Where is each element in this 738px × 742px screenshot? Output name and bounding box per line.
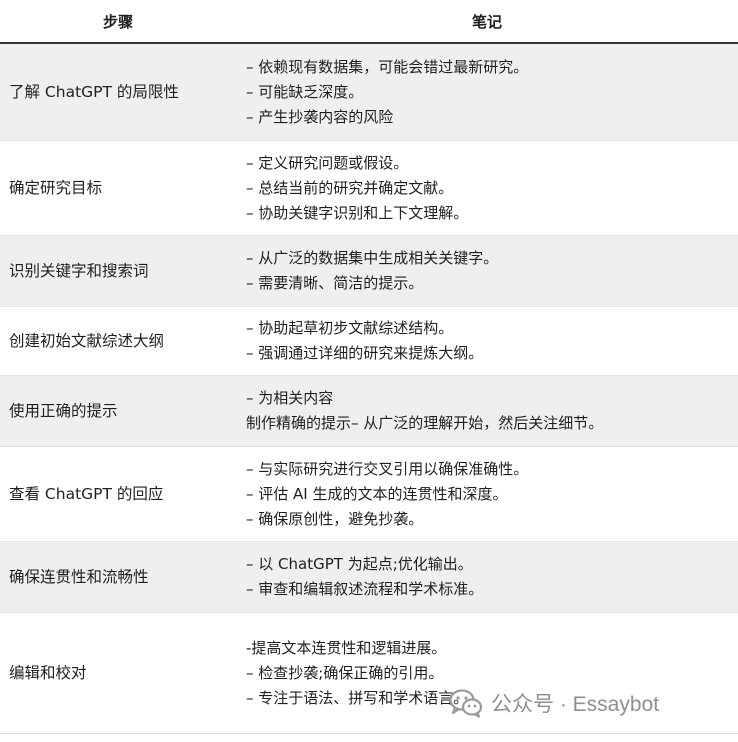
note-line: – 产生抄袭内容的风险 xyxy=(246,107,394,126)
note-line: – 总结当前的研究并确定文献。 xyxy=(246,178,454,197)
note-line: – 依赖现有数据集，可能会错过最新研究。 xyxy=(246,57,529,76)
table-row: 识别关键字和搜索词 – 从广泛的数据集中生成相关关键字。 – 需要清晰、简洁的提… xyxy=(0,236,738,307)
table-header: 步骤 笔记 xyxy=(0,0,738,44)
header-step: 步骤 xyxy=(102,12,133,31)
note-line: – 以 ChatGPT 为起点;优化输出。 xyxy=(246,555,473,573)
note-line: – 定义研究问题或假设。 xyxy=(246,153,409,172)
note-line: – 审查和编辑叙述流程和学术标准。 xyxy=(246,580,484,598)
step-cell: 识别关键字和搜索词 xyxy=(9,262,149,280)
note-line: -提高文本连贯性和逻辑进展。 xyxy=(246,638,447,657)
table-row: 查看 ChatGPT 的回应 – 与实际研究进行交叉引用以确保准确性。 – 评估… xyxy=(0,447,738,542)
notes-cell: – 协助起草初步文献综述结构。 – 强调通过详细的研究来提炼大纲。 xyxy=(236,316,738,366)
note-line: – 为相关内容 xyxy=(246,389,334,407)
notes-cell: – 与实际研究进行交叉引用以确保准确性。 – 评估 AI 生成的文本的连贯性和深… xyxy=(236,457,738,532)
note-line: – 强调通过详细的研究来提炼大纲。 xyxy=(246,344,484,362)
watermark: 公众号 · Essaybot xyxy=(449,688,659,718)
note-line: – 从广泛的数据集中生成相关关键字。 xyxy=(246,249,499,267)
watermark-text: 公众号 · Essaybot xyxy=(491,693,660,716)
note-line: – 与实际研究进行交叉引用以确保准确性。 xyxy=(246,459,529,478)
note-line: – 评估 AI 生成的文本的连贯性和深度。 xyxy=(246,484,508,503)
table-row: 确保连贯性和流畅性 – 以 ChatGPT 为起点;优化输出。 – 审查和编辑叙… xyxy=(0,542,738,613)
note-line: – 协助关键字识别和上下文理解。 xyxy=(246,203,469,222)
step-cell: 编辑和校对 xyxy=(9,664,87,682)
step-cell: 查看 ChatGPT 的回应 xyxy=(9,485,164,503)
header-notes: 笔记 xyxy=(471,12,502,31)
wechat-icon xyxy=(449,689,483,718)
step-cell: 创建初始文献综述大纲 xyxy=(9,332,165,350)
table-row: 确定研究目标 – 定义研究问题或假设。 – 总结当前的研究并确定文献。 – 协助… xyxy=(0,141,738,236)
notes-cell: – 为相关内容 制作精确的提示– 从广泛的理解开始，然后关注细节。 xyxy=(236,386,738,436)
note-line: 制作精确的提示– 从广泛的理解开始，然后关注细节。 xyxy=(246,414,604,432)
notes-cell: – 以 ChatGPT 为起点;优化输出。 – 审查和编辑叙述流程和学术标准。 xyxy=(236,552,738,602)
note-line: – 可能缺乏深度。 xyxy=(246,82,364,101)
note-line: – 确保原创性，避免抄袭。 xyxy=(246,509,424,528)
step-cell: 确定研究目标 xyxy=(9,179,103,197)
notes-table: 步骤 笔记 了解 ChatGPT 的局限性 – 依赖现有数据集，可能会错过最新研… xyxy=(0,0,738,734)
table-row: 使用正确的提示 – 为相关内容 制作精确的提示– 从广泛的理解开始，然后关注细节… xyxy=(0,376,738,447)
notes-cell: – 依赖现有数据集，可能会错过最新研究。 – 可能缺乏深度。 – 产生抄袭内容的… xyxy=(236,55,738,130)
note-line: – 协助起草初步文献综述结构。 xyxy=(246,319,454,337)
table-row: 创建初始文献综述大纲 – 协助起草初步文献综述结构。 – 强调通过详细的研究来提… xyxy=(0,307,738,376)
step-cell: 使用正确的提示 xyxy=(9,402,118,420)
step-cell: 了解 ChatGPT 的局限性 xyxy=(9,83,179,101)
note-line: – 需要清晰、简洁的提示。 xyxy=(246,274,424,292)
notes-cell: – 定义研究问题或假设。 – 总结当前的研究并确定文献。 – 协助关键字识别和上… xyxy=(236,151,738,226)
step-cell: 确保连贯性和流畅性 xyxy=(9,568,149,586)
notes-cell: – 从广泛的数据集中生成相关关键字。 – 需要清晰、简洁的提示。 xyxy=(236,246,738,296)
note-line: – 检查抄袭;确保正确的引用。 xyxy=(246,663,444,682)
table-row: 了解 ChatGPT 的局限性 – 依赖现有数据集，可能会错过最新研究。 – 可… xyxy=(0,44,738,141)
